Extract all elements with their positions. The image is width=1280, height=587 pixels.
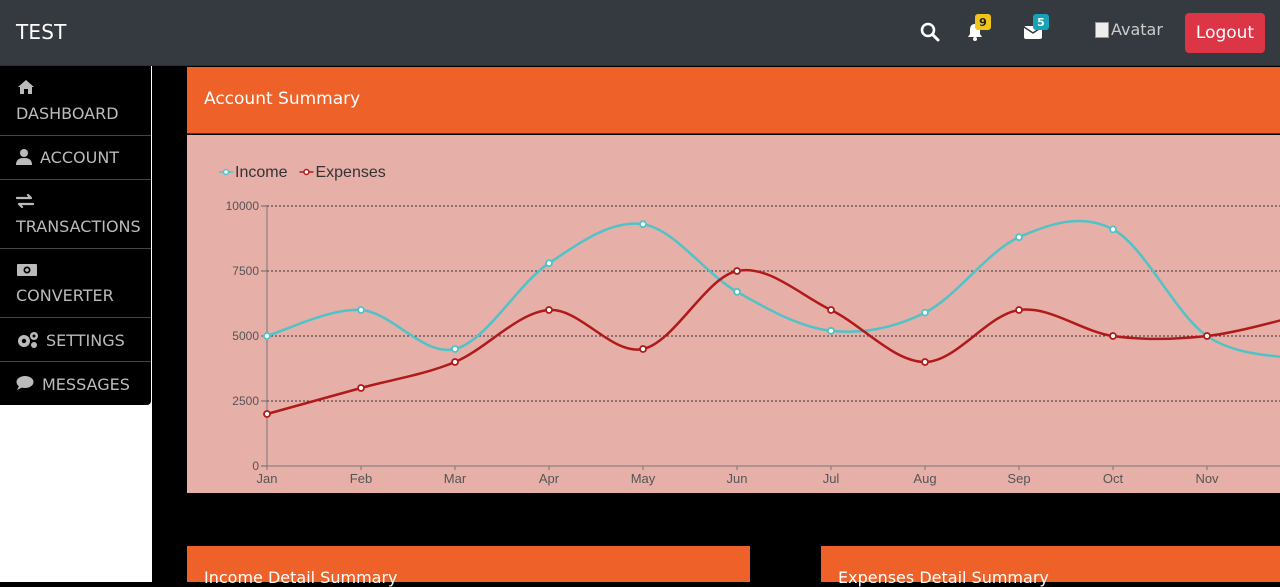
- sidebar-item-dashboard[interactable]: DASHBOARD: [0, 66, 151, 136]
- sidebar-item-transactions[interactable]: TRANSACTIONS: [0, 180, 151, 249]
- avatar-alt-text: Avatar: [1111, 20, 1163, 39]
- legend-label: Expenses: [315, 164, 385, 181]
- sidebar-menu: DASHBOARD ACCOUNT TRANSACTIONS CONVERTER: [0, 66, 151, 405]
- sidebar-item-messages[interactable]: MESSAGES: [0, 362, 151, 405]
- expenses-data-point: [1109, 332, 1117, 340]
- expenses-data-point: [639, 345, 647, 353]
- income-detail-card: Income Detail Summary: [187, 546, 750, 587]
- sidebar-item-label: SETTINGS: [46, 331, 125, 350]
- x-tick-label: Jan: [257, 471, 278, 486]
- sidebar-item-label: MESSAGES: [42, 375, 130, 394]
- y-tick-label: 2500: [232, 394, 259, 408]
- search-icon[interactable]: [918, 20, 942, 44]
- income-data-point: [639, 220, 647, 229]
- income-data-point: [451, 345, 459, 353]
- money-icon: [16, 262, 38, 281]
- messages-count-badge: 5: [1033, 14, 1049, 30]
- y-tick-label: 7500: [232, 264, 259, 278]
- expenses-data-point: [263, 410, 271, 418]
- expenses-data-point: [451, 358, 459, 366]
- line-chart: 025005000750010000Jan Feb Mar Apr May Jun Jul A…: [219, 164, 1280, 486]
- income-data-point: [357, 306, 365, 314]
- broken-image-icon: [1095, 21, 1109, 38]
- y-tick-label: 10000: [226, 199, 260, 213]
- account-summary-header: Account Summary: [187, 67, 1280, 134]
- income-data-point: [545, 259, 553, 268]
- x-tick-label: May: [631, 471, 656, 486]
- notifications-count-badge: 9: [975, 14, 991, 30]
- x-tick-label: Mar: [444, 471, 467, 486]
- sidebar-item-label: CONVERTER: [16, 286, 114, 305]
- x-tick-label: Apr: [539, 471, 560, 486]
- legend-label: Income: [235, 164, 288, 181]
- expenses-data-point: [545, 306, 553, 314]
- sidebar-item-settings[interactable]: SETTINGS: [0, 318, 151, 362]
- sidebar-item-converter[interactable]: CONVERTER: [0, 249, 151, 318]
- y-tick-label: 5000: [232, 329, 259, 343]
- x-tick-label: Aug: [913, 471, 936, 486]
- sidebar-item-label: ACCOUNT: [40, 148, 120, 167]
- sidebar-item-label: DASHBOARD: [16, 104, 119, 123]
- expenses-legend-marker: [303, 168, 310, 176]
- x-tick-label: Nov: [1195, 471, 1219, 486]
- chat-icon: [16, 375, 34, 395]
- avatar[interactable]: Avatar: [1095, 20, 1163, 39]
- expenses-data-point: [1203, 332, 1211, 340]
- page-title: Account Summary: [204, 89, 361, 109]
- x-tick-label: Oct: [1103, 471, 1124, 486]
- sidebar: DASHBOARD ACCOUNT TRANSACTIONS CONVERTER: [0, 66, 152, 582]
- income-data-point: [1015, 233, 1023, 242]
- expenses-detail-card: Expenses Detail Summary: [821, 546, 1280, 587]
- home-icon: [17, 79, 35, 99]
- x-tick-label: Jun: [727, 471, 748, 486]
- income-data-point: [921, 308, 929, 317]
- top-navbar: TEST 9 5 Avatar Logout: [0, 0, 1280, 66]
- sidebar-item-account[interactable]: ACCOUNT: [0, 136, 151, 180]
- expenses-card-title: Expenses Detail Summary: [838, 568, 1049, 587]
- expenses-data-point: [357, 384, 365, 392]
- gears-icon: [16, 331, 40, 353]
- exchange-icon: [15, 193, 35, 212]
- messages-envelope-icon[interactable]: 5: [1021, 14, 1049, 44]
- account-summary-chart-panel: 0 2500 5000 7500 10000 Jan Feb Mar Apr May Jun Jul A…: [187, 135, 1280, 493]
- income-data-point: [1109, 225, 1117, 234]
- logout-button[interactable]: Logout: [1185, 13, 1265, 53]
- income-data-point: [733, 287, 741, 296]
- expenses-series-line: [266, 268, 1280, 416]
- income-legend-marker: [222, 168, 230, 176]
- expenses-data-point: [827, 306, 835, 314]
- income-card-title: Income Detail Summary: [204, 568, 398, 587]
- expenses-data-point: [733, 267, 741, 275]
- brand-title[interactable]: TEST: [16, 20, 67, 44]
- x-tick-label: Feb: [350, 471, 372, 486]
- income-data-point: [263, 332, 271, 340]
- expenses-data-point: [921, 358, 929, 366]
- notifications-bell-icon[interactable]: 9: [963, 14, 991, 44]
- user-icon: [16, 148, 32, 169]
- income-data-point: [827, 326, 835, 335]
- expenses-data-point: [1015, 306, 1023, 314]
- x-tick-label: Jul: [823, 471, 840, 486]
- sidebar-item-label: TRANSACTIONS: [16, 217, 141, 236]
- x-tick-label: Sep: [1007, 471, 1030, 486]
